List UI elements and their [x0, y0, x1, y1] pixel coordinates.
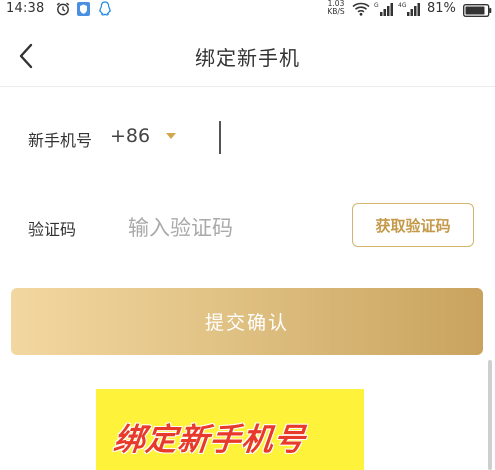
network-speed: 1.03 KB/S — [325, 0, 347, 16]
get-verification-code-button[interactable]: 获取验证码 — [352, 203, 474, 247]
alarm-icon — [56, 2, 70, 16]
battery-icon — [463, 4, 492, 17]
bind-phone-screen: 14:38 1.03 KB/S G 4G 81% 绑定新手机 新手机号 +86 … — [0, 0, 495, 470]
svg-text:G: G — [374, 2, 379, 9]
caret-down-icon[interactable] — [166, 133, 176, 140]
phone-number-input[interactable] — [213, 118, 473, 158]
country-code-select[interactable]: +86 — [110, 125, 150, 147]
banner-text: 绑定新手机号 — [111, 422, 308, 458]
signal-4g-icon: 4G — [398, 2, 420, 16]
svg-text:4G: 4G — [398, 2, 407, 9]
page-title: 绑定新手机 — [195, 46, 300, 70]
battery-percent: 81% — [427, 1, 456, 16]
status-bar: 14:38 1.03 KB/S G 4G 81% — [0, 0, 495, 20]
verification-code-label: 验证码 — [28, 220, 77, 239]
submit-confirm-button[interactable]: 提交确认 — [11, 288, 483, 355]
header-divider — [0, 86, 495, 87]
verification-code-input[interactable] — [128, 208, 338, 248]
shield-icon — [77, 2, 90, 16]
bind-phone-banner: 绑定新手机号 — [96, 389, 364, 470]
qq-icon — [99, 1, 111, 16]
wifi-icon — [352, 2, 370, 16]
status-time: 14:38 — [6, 1, 45, 16]
signal-icon: G — [374, 2, 393, 16]
network-speed-unit: KB/S — [327, 7, 345, 16]
scrollbar-thumb[interactable] — [488, 360, 492, 470]
text-cursor — [219, 121, 221, 154]
new-phone-label: 新手机号 — [28, 131, 93, 150]
